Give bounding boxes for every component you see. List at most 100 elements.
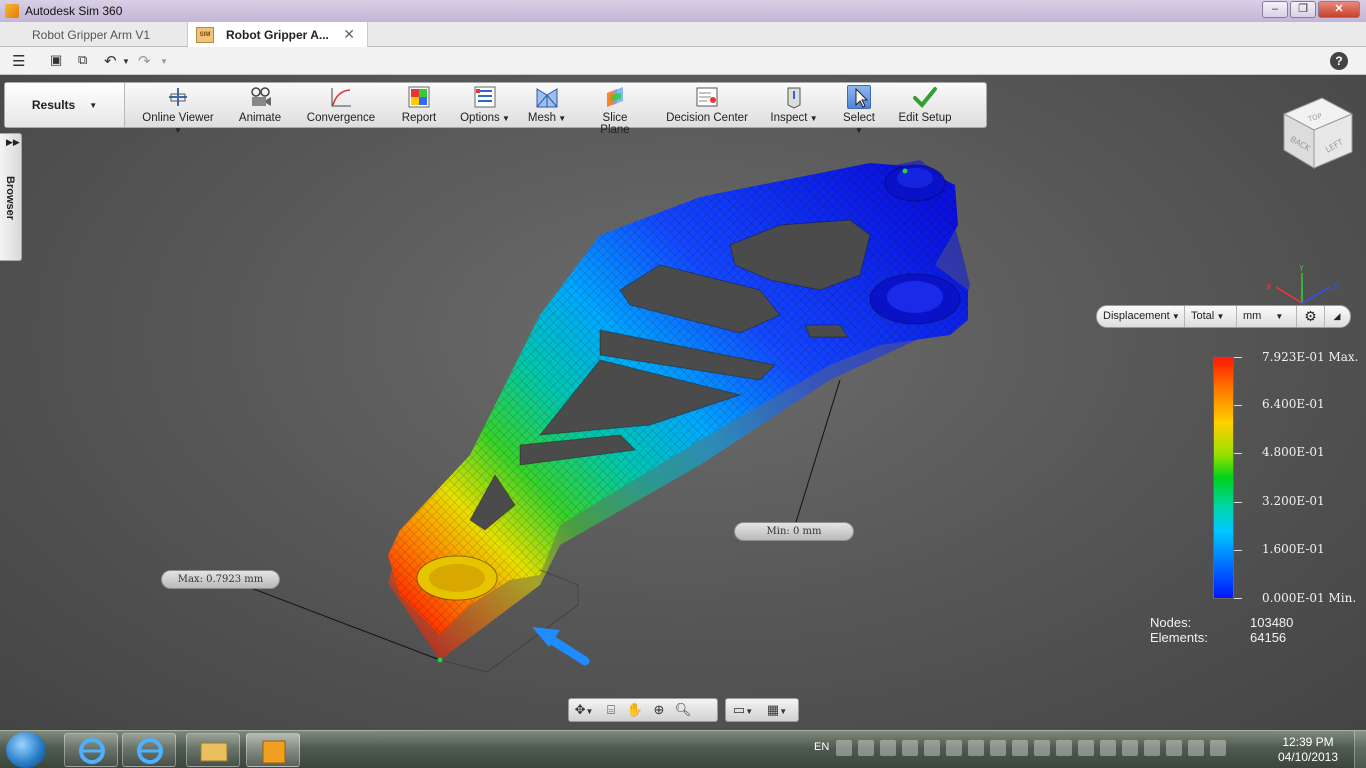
decision-center-button[interactable]: Decision Center bbox=[665, 85, 749, 127]
options-label: Options bbox=[460, 112, 500, 124]
undo-icon[interactable]: ↶ bbox=[104, 52, 117, 70]
convergence-icon bbox=[329, 85, 353, 109]
app-menu-icon[interactable]: ☰ bbox=[12, 52, 25, 70]
report-button[interactable]: Report bbox=[397, 85, 441, 127]
animate-icon bbox=[248, 85, 272, 109]
animate-label: Animate bbox=[238, 112, 282, 124]
pan-hand-icon[interactable]: ✋ bbox=[623, 702, 647, 718]
mesh-stats: Nodes: 103480 Elements: 64156 bbox=[1150, 615, 1310, 645]
taskbar-ie2-icon[interactable] bbox=[122, 733, 176, 767]
result-component-dropdown[interactable]: Total ▼ bbox=[1185, 306, 1237, 327]
graphics-viewport[interactable]: Y X Z Results ▼ Online Viewer ▼ Animate bbox=[0, 75, 1366, 730]
results-workspace-dropdown[interactable]: Results ▼ bbox=[5, 83, 125, 127]
tray-bluetooth-icon[interactable] bbox=[1056, 740, 1072, 756]
viewcube[interactable]: TOP BACK LEFT bbox=[1276, 90, 1358, 172]
inspect-button[interactable]: Inspect ▼ bbox=[769, 85, 819, 127]
save-icon[interactable]: ▣ bbox=[50, 52, 62, 68]
tray-signal-icon[interactable] bbox=[1078, 740, 1094, 756]
legend-label: 4.800E-01 bbox=[1262, 445, 1325, 459]
close-button[interactable]: ✕ bbox=[1318, 1, 1360, 18]
result-component-value: Total bbox=[1191, 310, 1215, 322]
start-button-icon[interactable] bbox=[6, 732, 46, 768]
tray-app-icon[interactable] bbox=[858, 740, 874, 756]
tray-security-icon[interactable] bbox=[880, 740, 896, 756]
maximize-button[interactable]: ❐ bbox=[1290, 1, 1316, 18]
redo-dropdown-icon[interactable]: ▼ bbox=[160, 57, 168, 66]
tray-display-icon[interactable] bbox=[1012, 740, 1028, 756]
display-settings-icon[interactable]: ▭▼ bbox=[726, 702, 760, 718]
tray-app2-icon[interactable] bbox=[946, 740, 962, 756]
orbit-icon[interactable]: ✥▼ bbox=[569, 702, 599, 718]
taskbar-explorer-icon[interactable] bbox=[186, 733, 240, 767]
close-tab-icon[interactable]: ✕ bbox=[343, 26, 355, 43]
grid-settings-icon[interactable]: ▦▼ bbox=[760, 702, 794, 718]
taskbar-clock[interactable]: 12:39 PM 04/10/2013 bbox=[1270, 735, 1346, 765]
tray-b-icon[interactable] bbox=[1122, 740, 1138, 756]
tray-volume-icon[interactable] bbox=[1144, 740, 1160, 756]
taskbar-ie-icon[interactable] bbox=[64, 733, 118, 767]
system-tray bbox=[836, 740, 1256, 758]
doc-tab-label: Robot Gripper Arm V1 bbox=[32, 27, 151, 42]
results-ribbon: Results ▼ Online Viewer ▼ Animate Conver… bbox=[4, 82, 987, 136]
zoom-icon[interactable]: ⊕ bbox=[647, 702, 671, 718]
navigation-bar: ✥▼ ⌸ ✋ ⊕ 🔍︎ bbox=[568, 698, 718, 722]
inspect-label: Inspect bbox=[770, 112, 808, 124]
options-button[interactable]: Options ▼ bbox=[459, 85, 511, 127]
nodes-row: Nodes: 103480 bbox=[1150, 615, 1310, 630]
online-viewer-button[interactable]: Online Viewer ▼ bbox=[139, 85, 217, 135]
result-unit-dropdown[interactable]: mm ▼ bbox=[1237, 306, 1297, 327]
settings-gear-icon[interactable]: ⚙ bbox=[1297, 306, 1325, 327]
collapse-legend-icon[interactable]: ◢ bbox=[1325, 306, 1349, 327]
legend-tick bbox=[1234, 405, 1242, 406]
minimize-button[interactable]: – bbox=[1262, 1, 1288, 18]
zoom-window-icon[interactable]: 🔍︎ bbox=[671, 702, 695, 718]
language-indicator[interactable]: EN bbox=[814, 741, 829, 753]
tray-mail-icon[interactable] bbox=[968, 740, 984, 756]
min-callout[interactable]: Min: 0 mm bbox=[734, 522, 854, 541]
browser-panel-toggle[interactable]: ▶▶ Browser bbox=[0, 133, 22, 261]
result-type-controls: Displacement ▼ Total ▼ mm ▼ ⚙ ◢ bbox=[1096, 305, 1351, 328]
show-desktop-button[interactable] bbox=[1354, 731, 1366, 768]
convergence-button[interactable]: Convergence bbox=[305, 85, 377, 127]
window-controls: – ❐ ✕ bbox=[1262, 1, 1360, 18]
undo-dropdown-icon[interactable]: ▼ bbox=[122, 57, 130, 66]
doc-tab-robot-gripper-arm-v1[interactable]: Robot Gripper Arm V1 bbox=[0, 22, 188, 47]
tray-notes-icon[interactable] bbox=[990, 740, 1006, 756]
online-viewer-label: Online Viewer bbox=[142, 112, 214, 124]
legend-label: 1.600E-01 bbox=[1262, 542, 1325, 556]
inspect-icon bbox=[782, 85, 806, 109]
redo-icon[interactable]: ↷ bbox=[138, 52, 151, 70]
tray-sync-icon[interactable] bbox=[1034, 740, 1050, 756]
tray-monitor-icon[interactable] bbox=[902, 740, 918, 756]
taskbar-sim360-icon[interactable] bbox=[246, 733, 300, 767]
tray-wifi-icon[interactable] bbox=[1100, 740, 1116, 756]
legend-label: 3.200E-01 bbox=[1262, 494, 1325, 508]
tray-power-icon[interactable] bbox=[1188, 740, 1204, 756]
svg-text:Y: Y bbox=[1298, 264, 1304, 273]
edit-setup-button[interactable]: Edit Setup bbox=[897, 85, 953, 127]
tray-flag-icon[interactable] bbox=[1166, 740, 1182, 756]
tray-network-icon[interactable] bbox=[924, 740, 940, 756]
result-quantity-value: Displacement bbox=[1103, 310, 1170, 322]
gripper-arm-body[interactable] bbox=[388, 160, 970, 660]
svg-text:X: X bbox=[1266, 283, 1272, 292]
animate-button[interactable]: Animate bbox=[235, 85, 285, 127]
doc-tab-label: Robot Gripper A... bbox=[226, 27, 329, 42]
max-callout[interactable]: Max: 0.7923 mm bbox=[161, 570, 280, 589]
mesh-button[interactable]: Mesh ▼ bbox=[527, 85, 567, 127]
look-at-icon[interactable]: ⌸ bbox=[599, 702, 623, 718]
window-title: Autodesk Sim 360 bbox=[25, 4, 123, 18]
tray-clock-app-icon[interactable] bbox=[1210, 740, 1226, 756]
result-quantity-dropdown[interactable]: Displacement ▼ bbox=[1097, 306, 1185, 327]
save-as-icon[interactable]: ⧉ bbox=[78, 52, 87, 68]
help-icon[interactable]: ? bbox=[1330, 52, 1348, 70]
legend-color-bar bbox=[1213, 357, 1234, 599]
tray-keyboard-icon[interactable] bbox=[836, 740, 852, 756]
result-unit-value: mm bbox=[1243, 310, 1262, 322]
sim-file-icon: SIM bbox=[196, 26, 214, 43]
doc-tab-robot-gripper-active[interactable]: SIM Robot Gripper A... ✕ bbox=[188, 22, 368, 47]
expand-arrows-icon: ▶▶ bbox=[6, 137, 20, 147]
slice-plane-button[interactable]: Slice Plane bbox=[587, 85, 643, 136]
min-point-marker bbox=[902, 168, 908, 174]
select-button[interactable]: Select ▼ bbox=[839, 85, 879, 135]
